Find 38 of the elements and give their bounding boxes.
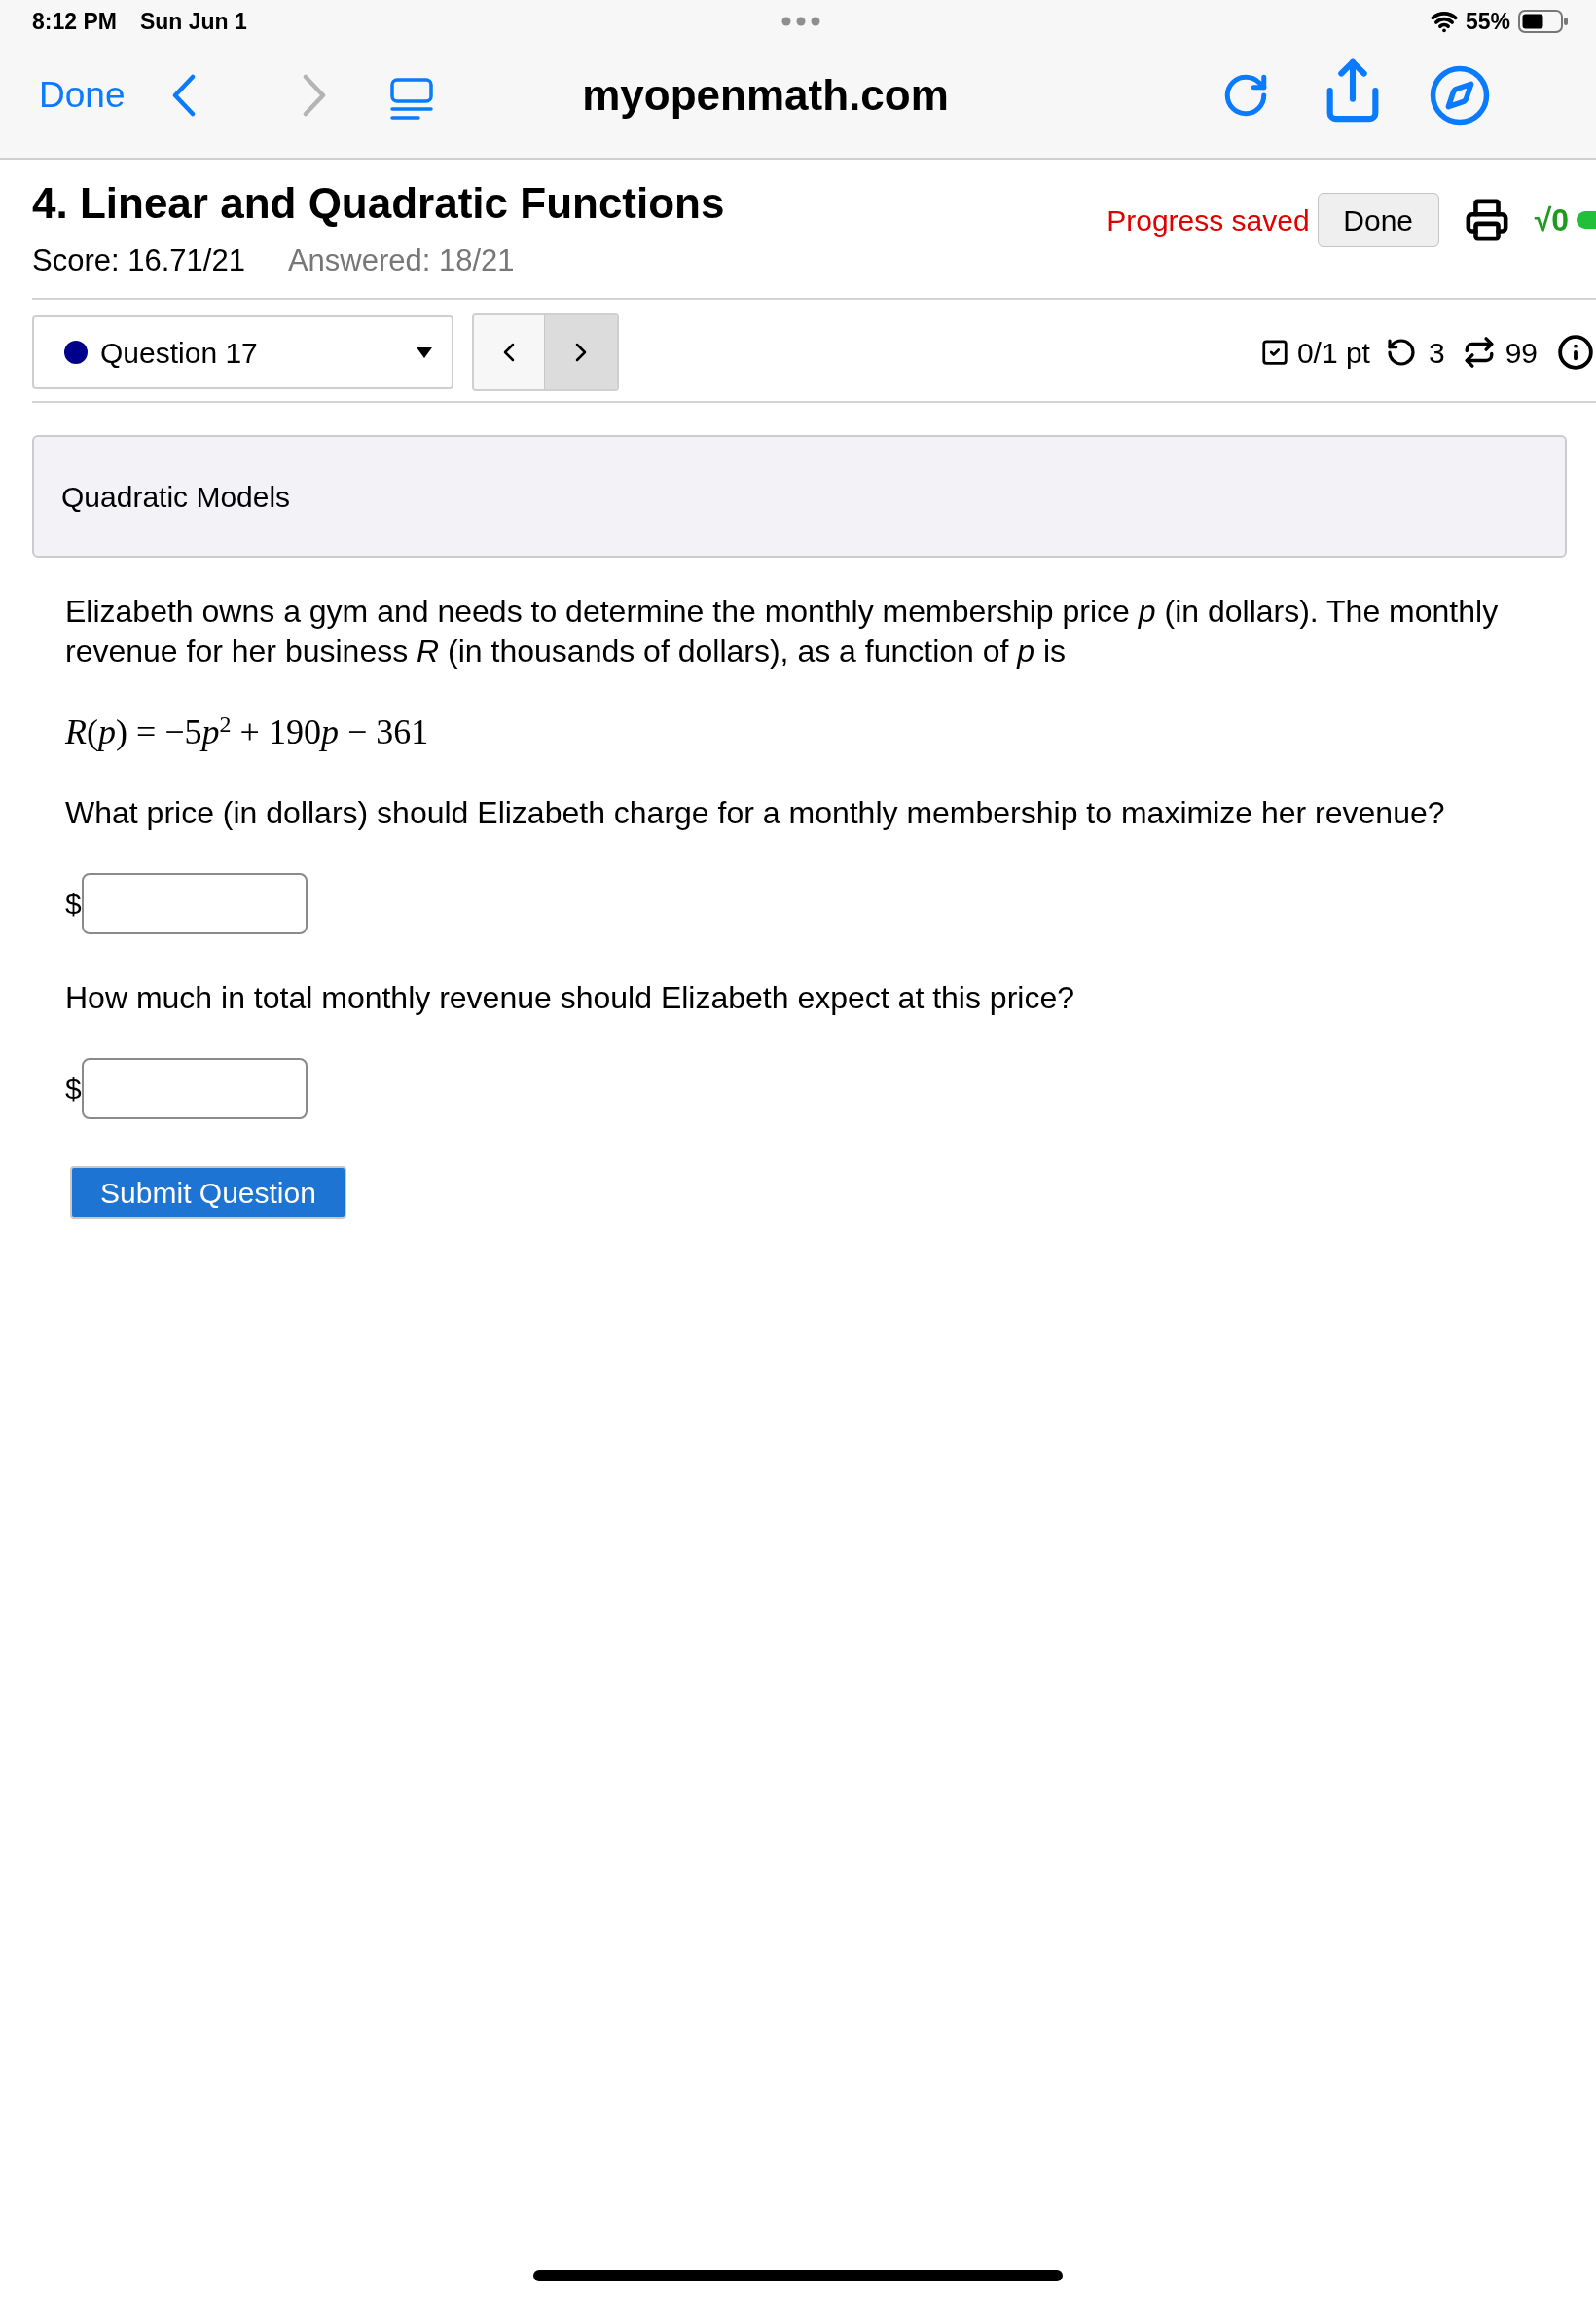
points-text: 0/1 pt [1296,335,1370,371]
tries-count: 3 [1428,335,1445,371]
reader-icon[interactable] [389,77,435,122]
compass-icon[interactable] [1428,63,1492,128]
math-entry-toggle[interactable]: √0 [1534,197,1596,243]
undo-icon [1385,337,1417,368]
status-time: 8:12 PM [32,7,117,36]
answered-text: Answered: 18/21 [287,243,515,278]
answer-field[interactable] [81,873,308,934]
more-dots-icon[interactable] [780,17,820,26]
question-prompt: How much in total monthly revenue should Elizabeth expect at this price? [65,979,1075,1017]
info-icon[interactable] [1557,334,1594,371]
battery-icon [1518,10,1569,33]
revenue-equation: R(p) = −5p$^{2}$ + 190p − 361 [65,711,429,753]
score-text: Score: 16.71/21 [32,243,245,278]
submit-button[interactable]: Submit Question [70,1166,346,1219]
chevron-left-icon [503,343,515,362]
caret-icon [417,346,432,358]
status-date: Sun Jun 1 [139,7,247,36]
currency-label: $ [65,1072,82,1107]
print-icon[interactable] [1464,198,1509,242]
assessment-title: 4. Linear and Quadratic Functions [32,179,725,228]
question-select[interactable]: Question 17 [32,315,453,389]
question-prompt: What price (in dollars) should Elizabeth charge for a monthly membership to maximize her revenue? [65,794,1446,832]
currency-label: $ [65,887,82,922]
repeat-icon [1462,336,1496,369]
save-status: Progress saved [1106,202,1310,238]
done-button[interactable]: Done [1317,193,1439,247]
done-link[interactable]: Done [39,68,126,123]
versions-count: 99 [1505,335,1538,371]
chevron-right-icon [575,343,587,362]
check-square-icon [1259,338,1289,367]
battery-percent: 55% [1465,7,1510,36]
question-text: Elizabeth owns a gym and needs to determine the monthly membership price p (in dollars). The monthly revenue for her business R (in thousands of dollars), as a function of p is [65,593,1500,671]
question-title: Quadratic Models [61,479,291,515]
address-bar[interactable]: myopenmath.com [582,63,949,128]
answer-field[interactable] [81,1058,308,1119]
back-icon[interactable] [171,74,198,117]
